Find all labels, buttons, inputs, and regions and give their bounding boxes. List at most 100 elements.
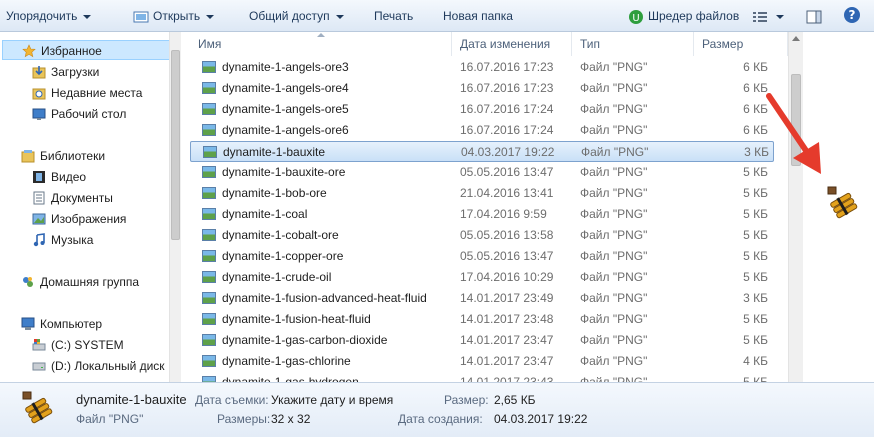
file-type-cell: Файл "PNG" [580, 354, 648, 368]
table-row[interactable]: dynamite-1-coal 17.04.2016 9:59 Файл "PNG"… [190, 204, 774, 225]
sidebar-item-favorites[interactable]: Избранное [2, 40, 178, 60]
column-header-date[interactable]: Дата изменения [452, 32, 572, 56]
file-date-cell: 05.05.2016 13:58 [460, 228, 554, 242]
table-row[interactable]: dynamite-1-angels-ore3 16.07.2016 17:23 Фа… [190, 57, 774, 78]
navigation-pane: Избранное Загрузки Недавние места Рабочи… [0, 32, 180, 382]
file-date-cell: 04.03.2017 19:22 [461, 145, 555, 159]
file-date-cell: 14.01.2017 23:49 [460, 291, 554, 305]
file-name-cell: dynamite-1-cobalt-ore [222, 228, 339, 242]
file-size-cell: 6 КБ [743, 123, 768, 137]
file-size-cell: 4 КБ [743, 354, 768, 368]
table-row[interactable]: dynamite-1-gas-chlorine 14.01.2017 23:47 Ф… [190, 351, 774, 372]
file-date-cell: 14.01.2017 23:48 [460, 312, 554, 326]
sidebar-item-images[interactable]: Изображения [2, 209, 126, 229]
table-row[interactable]: dynamite-1-angels-ore4 16.07.2016 17:23 Фа… [190, 78, 774, 99]
file-date-cell: 14.01.2017 23:43 [460, 375, 554, 382]
file-type-cell: Файл "PNG" [581, 145, 649, 159]
sidebar-item-music[interactable]: Музыка [2, 230, 93, 250]
details-size-value: 2,65 КБ [494, 393, 536, 407]
sidebar-item-homegroup[interactable]: Домашняя группа [2, 272, 139, 292]
desktop-icon [32, 108, 46, 120]
table-row[interactable]: dynamite-1-bob-ore 21.04.2016 13:41 Файл "… [190, 183, 774, 204]
table-row[interactable]: dynamite-1-cobalt-ore 05.05.2016 13:58 Фай… [190, 225, 774, 246]
sidebar-item-downloads[interactable]: Загрузки [2, 62, 99, 82]
png-file-icon [202, 271, 216, 283]
details-date-taken-value[interactable]: Укажите дату и время [271, 393, 393, 407]
svg-text:U: U [632, 13, 639, 24]
details-dimensions-label: Размеры: [217, 412, 271, 426]
sidebar-item-desktop[interactable]: Рабочий стол [2, 104, 126, 124]
table-row[interactable]: dynamite-1-gas-hydrogen 14.01.2017 23:43 Ф… [190, 372, 774, 382]
table-row[interactable]: dynamite-1-copper-ore 05.05.2016 13:47 Фай… [190, 246, 774, 267]
table-row[interactable]: dynamite-1-fusion-heat-fluid 14.01.2017 2… [190, 309, 774, 330]
file-list-scrollbar[interactable] [788, 32, 803, 382]
file-type-cell: Файл "PNG" [580, 186, 648, 200]
details-file-name: dynamite-1-bauxite [76, 392, 187, 407]
sidebar-item-computer[interactable]: Компьютер [2, 314, 102, 334]
chevron-down-icon [335, 14, 344, 19]
file-size-cell: 5 КБ [743, 375, 768, 382]
sidebar-item-documents[interactable]: Документы [2, 188, 113, 208]
chevron-down-icon [776, 14, 784, 19]
table-row[interactable]: dynamite-1-fusion-advanced-heat-fluid 14.… [190, 288, 774, 309]
new-folder-button[interactable]: Новая папка [443, 7, 513, 25]
sidebar-scrollbar[interactable] [169, 32, 181, 382]
sidebar-item-drive-d[interactable]: (D:) Локальный диск [2, 356, 165, 376]
table-row[interactable]: dynamite-1-angels-ore5 16.07.2016 17:24 Фа… [190, 99, 774, 120]
file-date-cell: 16.07.2016 17:23 [460, 60, 554, 74]
file-size-cell: 6 КБ [743, 60, 768, 74]
table-row[interactable]: dynamite-1-bauxite-ore 05.05.2016 13:47 Фа… [190, 162, 774, 183]
file-list: dynamite-1-angels-ore3 16.07.2016 17:23 Фа… [190, 56, 788, 382]
table-row[interactable]: dynamite-1-crude-oil 17.04.2016 10:29 Файл… [190, 267, 774, 288]
preview-pane-icon [806, 10, 822, 24]
view-options-button[interactable] [752, 7, 784, 25]
table-row[interactable]: dynamite-1-angels-ore6 16.07.2016 17:24 Фа… [190, 120, 774, 141]
file-type-cell: Файл "PNG" [580, 291, 648, 305]
documents-icon [33, 191, 45, 205]
details-date-taken-label: Дата съемки: [195, 393, 269, 407]
details-pane: dynamite-1-bauxite Файл "PNG" Дата съемк… [0, 382, 874, 437]
file-type-cell: Файл "PNG" [580, 81, 648, 95]
preview-pane-button[interactable] [806, 7, 822, 25]
png-file-icon [202, 187, 216, 199]
file-type-cell: Файл "PNG" [580, 249, 648, 263]
file-size-cell: 5 КБ [743, 249, 768, 263]
file-size-cell: 5 КБ [743, 312, 768, 326]
homegroup-icon [23, 277, 33, 287]
png-file-icon [202, 355, 216, 367]
video-icon [33, 171, 45, 183]
sidebar-item-recent[interactable]: Недавние места [2, 83, 142, 103]
sidebar-item-libraries[interactable]: Библиотеки [2, 146, 105, 166]
column-header-size[interactable]: Размер [694, 32, 788, 56]
sidebar-item-video[interactable]: Видео [2, 167, 86, 187]
file-name-cell: dynamite-1-bob-ore [222, 186, 327, 200]
command-bar: Упорядочить Открыть Общий доступ Печать … [0, 0, 874, 32]
organize-button[interactable]: Упорядочить [6, 7, 92, 25]
png-file-icon [203, 146, 217, 158]
png-file-icon [202, 124, 216, 136]
open-button[interactable]: Открыть [133, 7, 215, 25]
sidebar-scrollbar-thumb[interactable] [171, 50, 180, 240]
images-icon [32, 213, 46, 225]
print-button[interactable]: Печать [374, 7, 413, 25]
png-file-icon [202, 292, 216, 304]
sidebar-item-drive-c[interactable]: (C:) SYSTEM [2, 335, 124, 355]
png-file-icon [202, 229, 216, 241]
table-row[interactable]: dynamite-1-bauxite 04.03.2017 19:22 Файл "… [190, 141, 774, 162]
downloads-icon [32, 66, 46, 79]
file-date-cell: 16.07.2016 17:24 [460, 123, 554, 137]
file-date-cell: 21.04.2016 13:41 [460, 186, 554, 200]
shredder-button[interactable]: U Шредер файлов [628, 7, 739, 25]
file-date-cell: 05.05.2016 13:47 [460, 249, 554, 263]
table-row[interactable]: dynamite-1-gas-carbon-dioxide 14.01.2017 … [190, 330, 774, 351]
scroll-up-icon[interactable] [792, 36, 800, 41]
file-name-cell: dynamite-1-copper-ore [222, 249, 344, 263]
column-header-type[interactable]: Тип [572, 32, 694, 56]
help-button[interactable]: ? [843, 6, 861, 24]
file-type-cell: Файл "PNG" [580, 228, 648, 242]
png-file-icon [202, 313, 216, 325]
share-button[interactable]: Общий доступ [249, 7, 344, 25]
png-file-icon [202, 82, 216, 94]
png-file-icon [202, 166, 216, 178]
details-created-value: 04.03.2017 19:22 [494, 412, 588, 426]
